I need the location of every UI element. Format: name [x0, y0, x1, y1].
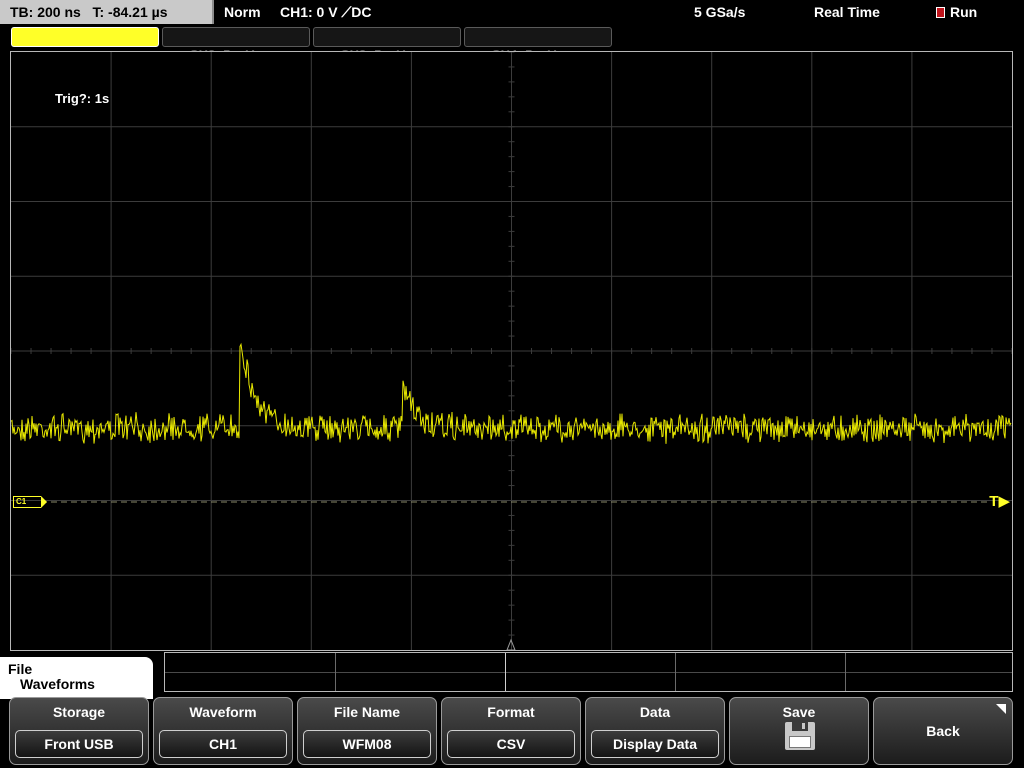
trigger-time-value: T: -84.21 µs — [92, 4, 168, 20]
channel-reference-label: C1 — [16, 497, 27, 506]
floppy-disk-icon — [785, 722, 815, 750]
graticule-grid — [11, 52, 1012, 650]
trigger-level-label: T — [989, 493, 999, 510]
channel-tab-ch2[interactable]: CH2: 5 mV≅ — [162, 27, 310, 62]
menu-title: File Waveforms — [0, 657, 153, 699]
storage-softkey[interactable]: Storage Front USB — [9, 697, 149, 765]
softkey-label: Back — [926, 723, 960, 739]
strip-divider — [505, 653, 506, 691]
info-strip — [164, 652, 1013, 692]
trigger-status: Trig?: 1s — [55, 91, 110, 106]
run-state[interactable]: Run — [936, 0, 977, 24]
run-indicator-icon — [936, 7, 945, 18]
data-value[interactable]: Display Data — [591, 730, 719, 758]
status-bar: TB: 200 ns T: -84.21 µs Norm CH1: 0 V ⟋D… — [0, 0, 1024, 24]
softkey-label: Save — [782, 704, 816, 720]
file-name-value[interactable]: WFM08 — [303, 730, 431, 758]
strip-divider — [675, 653, 676, 691]
acquisition-mode: Real Time — [814, 4, 880, 20]
trigger-source[interactable]: CH1: 0 V ⟋DC — [280, 0, 371, 24]
back-button[interactable]: Back — [873, 697, 1013, 765]
menu-title-line2: Waveforms — [20, 676, 95, 692]
strip-divider — [335, 653, 336, 691]
storage-value[interactable]: Front USB — [15, 730, 143, 758]
save-button[interactable]: Save — [729, 697, 869, 765]
channel-reference-marker[interactable]: C1 — [13, 496, 47, 508]
trigger-level-marker[interactable]: T▶ — [989, 492, 1010, 510]
waveform-value[interactable]: CH1 — [159, 730, 287, 758]
data-softkey[interactable]: Data Display Data — [585, 697, 725, 765]
timebase-readout[interactable]: TB: 200 ns T: -84.21 µs — [0, 0, 214, 24]
corner-arrow-icon — [996, 704, 1006, 714]
softkey-label: File Name — [333, 704, 401, 720]
strip-divider — [165, 672, 1012, 673]
softkey-label: Format — [487, 704, 535, 720]
waveform-softkey[interactable]: Waveform CH1 — [153, 697, 293, 765]
waveform-display[interactable]: Trig?: 1s C1 T▶ — [10, 51, 1013, 651]
softkey-label: Data — [639, 704, 671, 720]
timebase-value: TB: 200 ns — [10, 4, 81, 20]
waveform-graticule — [11, 52, 1012, 650]
menu-title-line1: File — [8, 661, 33, 677]
channel-tab-ch3[interactable]: CH3: 5 mV≅ — [313, 27, 461, 62]
softkey-label: Waveform — [189, 704, 257, 720]
channel-tab-ch1[interactable]: CH1: 1mV≅ — [11, 27, 159, 62]
file-name-softkey[interactable]: File Name WFM08 — [297, 697, 437, 765]
run-state-label: Run — [950, 4, 978, 20]
sample-rate: 5 GSa/s — [694, 4, 746, 20]
trigger-mode[interactable]: Norm — [224, 0, 261, 24]
format-softkey[interactable]: Format CSV — [441, 697, 581, 765]
strip-divider — [845, 653, 846, 691]
format-value[interactable]: CSV — [447, 730, 575, 758]
channel-tab-ch4[interactable]: CH4: 5 mV≅ — [464, 27, 612, 62]
softkey-label: Storage — [52, 704, 106, 720]
